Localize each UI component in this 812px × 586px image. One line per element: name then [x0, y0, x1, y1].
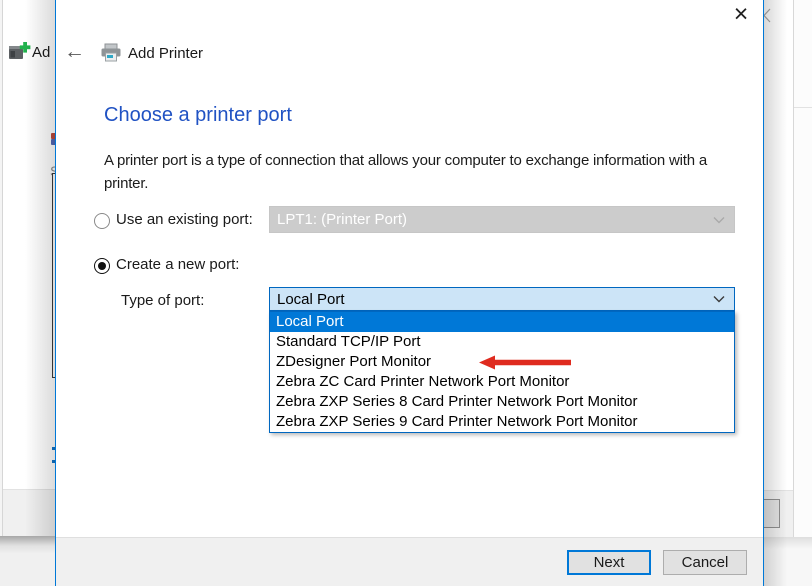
background-surface [793, 0, 812, 586]
type-of-port-combobox[interactable]: Local Port [269, 287, 735, 311]
back-arrow-icon[interactable]: ← [64, 40, 85, 64]
page-heading: Choose a printer port [104, 104, 292, 127]
add-printer-dialog: × ← Add Printer Choose a printer port A … [55, 0, 764, 586]
dropdown-item-standard-tcpip-port[interactable]: Standard TCP/IP Port [270, 332, 734, 352]
chevron-down-icon [713, 216, 734, 224]
red-annotation-arrow-icon [479, 355, 571, 375]
dialog-footer: Next Cancel [56, 537, 763, 586]
dialog-shadow [763, 0, 787, 586]
window-drop-shadow [0, 536, 55, 586]
dialog-title: Add Printer [128, 45, 203, 62]
printer-icon [101, 43, 121, 67]
background-divider-line [793, 107, 812, 108]
dropdown-item-local-port[interactable]: Local Port [270, 312, 734, 332]
dropdown-item-zebra-zxp9[interactable]: Zebra ZXP Series 9 Card Printer Network … [270, 412, 734, 432]
dropdown-item-zebra-zc[interactable]: Zebra ZC Card Printer Network Port Monit… [270, 372, 734, 392]
existing-port-combobox: LPT1: (Printer Port) [269, 206, 735, 233]
screen: Ad S × ← Add Printe [0, 0, 812, 586]
type-of-port-value: Local Port [270, 291, 713, 308]
radio-use-existing-port[interactable] [94, 213, 110, 229]
next-button[interactable]: Next [567, 550, 651, 575]
dialog-shadow [25, 0, 55, 536]
cancel-button[interactable]: Cancel [663, 550, 747, 575]
type-of-port-label: Type of port: [121, 292, 204, 309]
dropdown-item-zebra-zxp8[interactable]: Zebra ZXP Series 8 Card Printer Network … [270, 392, 734, 412]
radio-use-existing-port-label[interactable]: Use an existing port: [116, 211, 253, 228]
chevron-down-icon [713, 295, 734, 303]
radio-create-new-port-label[interactable]: Create a new port: [116, 256, 239, 273]
existing-port-value: LPT1: (Printer Port) [270, 211, 713, 228]
radio-create-new-port[interactable] [94, 258, 110, 274]
description-text: A printer port is a type of connection t… [104, 149, 752, 195]
close-icon[interactable]: × [724, 0, 758, 28]
